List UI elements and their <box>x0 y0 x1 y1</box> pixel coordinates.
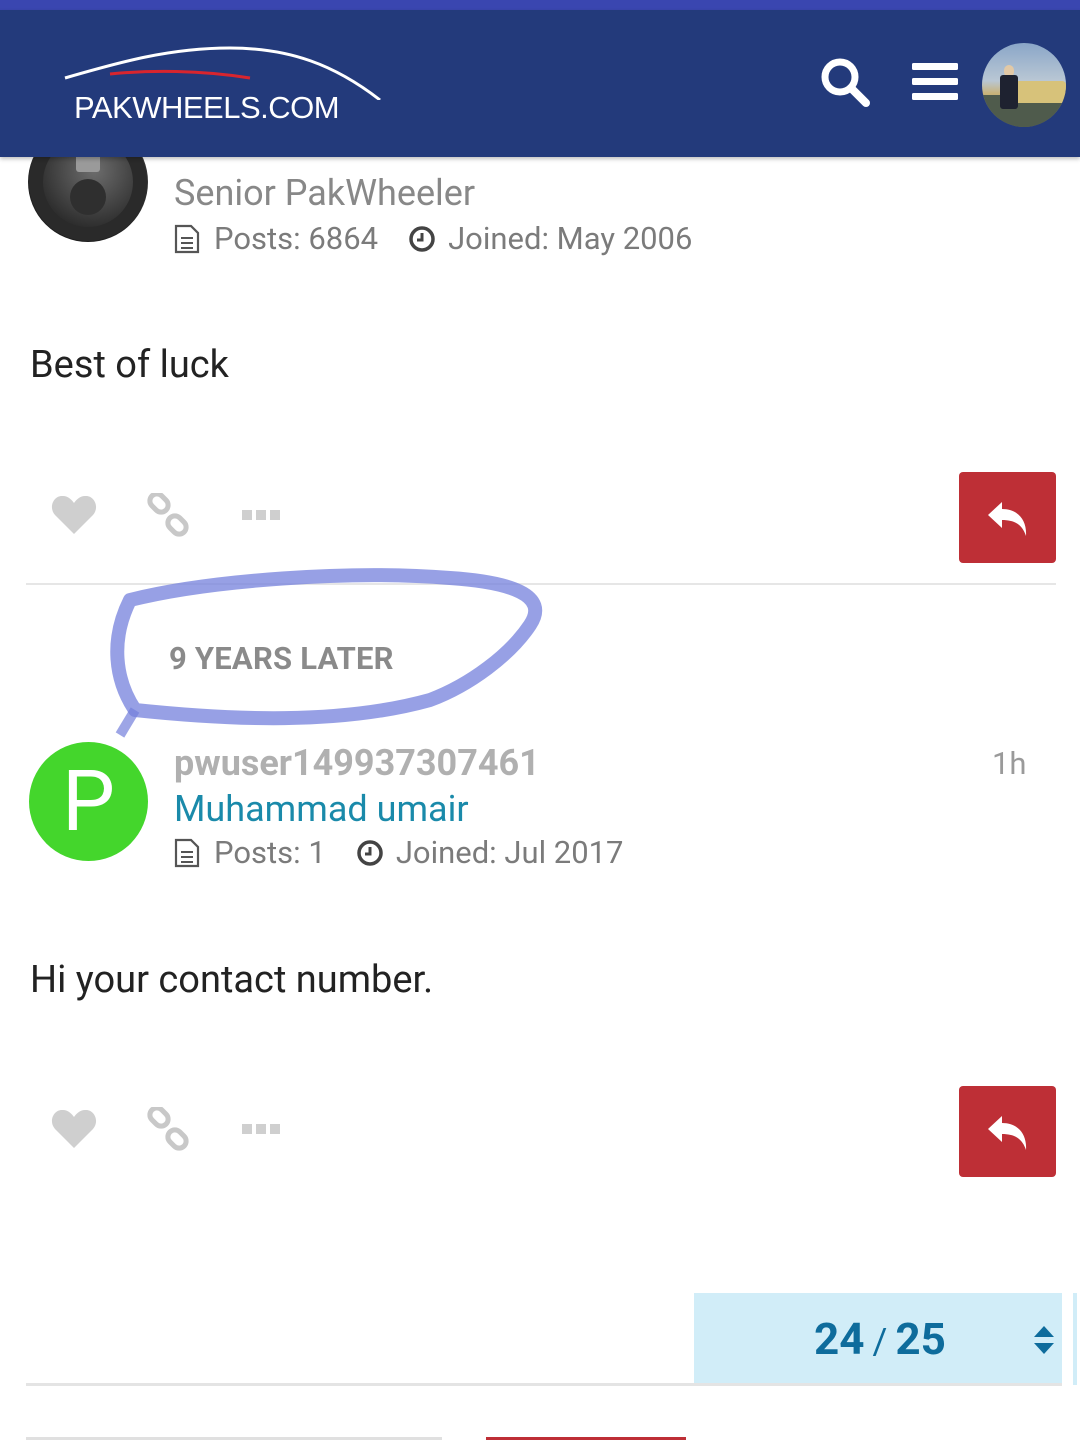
post-time[interactable]: 1h <box>992 745 1027 782</box>
reply-arrow-icon <box>987 1115 1026 1150</box>
pakwheels-logo[interactable]: PAKWHEELS.COM <box>60 40 390 130</box>
link-icon <box>147 493 189 537</box>
like-button[interactable] <box>50 1099 146 1159</box>
search-icon <box>821 58 870 107</box>
heart-icon <box>51 495 97 534</box>
bottom-divider <box>26 1383 1062 1386</box>
user-stats: Posts: 1 Joined: Jul 2017 <box>174 834 623 871</box>
search-button[interactable] <box>815 52 875 112</box>
post-count: Posts: 6864 <box>214 220 379 257</box>
hamburger-menu-icon <box>912 63 958 100</box>
logo-text: PAKWHEELS.COM <box>74 90 340 125</box>
joined-date: Joined: May 2006 <box>448 220 693 257</box>
ellipsis-icon <box>242 1124 280 1134</box>
reply-button[interactable] <box>959 1086 1056 1177</box>
post-count: Posts: 1 <box>214 834 326 871</box>
up-down-arrows-icon <box>1034 1326 1054 1354</box>
share-link-button[interactable] <box>146 1099 242 1159</box>
user-title: Senior PakWheeler <box>174 172 476 214</box>
avatar-letter: P <box>62 752 115 851</box>
like-button[interactable] <box>50 485 146 545</box>
post-actions <box>50 485 338 545</box>
more-options-button[interactable] <box>242 1099 338 1159</box>
ellipsis-icon <box>242 510 280 520</box>
post-body: Best of luck <box>30 343 229 387</box>
progress-counter: 24/25 <box>814 1313 946 1365</box>
username[interactable]: pwuser149937307461 <box>174 742 540 784</box>
avatar-photo <box>982 65 1066 127</box>
progress-current: 24 <box>814 1313 865 1365</box>
clock-icon <box>408 224 436 254</box>
topic-progress[interactable]: 24/25 <box>694 1293 1062 1385</box>
status-strip <box>0 0 1080 10</box>
avatar[interactable]: P <box>29 742 148 861</box>
progress-edge <box>1073 1293 1077 1385</box>
reply-arrow-icon <box>987 501 1026 536</box>
reply-button[interactable] <box>959 472 1056 563</box>
user-stats: Posts: 6864 Joined: May 2006 <box>174 220 692 257</box>
post-body: Hi your contact number. <box>30 958 434 1002</box>
document-icon <box>174 838 202 868</box>
progress-separator: / <box>872 1321 888 1363</box>
joined-date: Joined: Jul 2017 <box>395 834 624 871</box>
time-gap-notice: 9 YEARS LATER <box>169 640 394 677</box>
full-name[interactable]: Muhammad umair <box>174 788 469 830</box>
more-options-button[interactable] <box>242 485 338 545</box>
document-icon <box>174 224 202 254</box>
heart-icon <box>51 1109 97 1148</box>
clock-icon <box>356 838 384 868</box>
user-avatar[interactable] <box>982 43 1066 127</box>
menu-button[interactable] <box>905 52 965 112</box>
share-link-button[interactable] <box>146 485 242 545</box>
post-actions <box>50 1099 338 1159</box>
site-header: PAKWHEELS.COM <box>0 10 1080 157</box>
link-icon <box>147 1107 189 1151</box>
progress-total: 25 <box>895 1313 946 1365</box>
